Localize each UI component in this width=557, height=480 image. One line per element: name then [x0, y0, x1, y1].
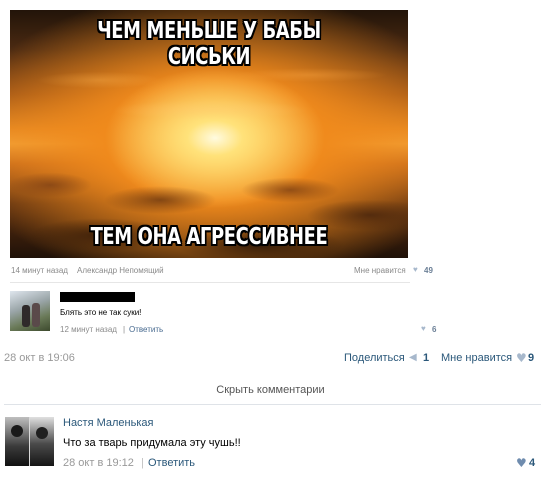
inner-comment-like-count: 6 [432, 325, 437, 334]
redacted-author-name [60, 292, 135, 302]
post-date[interactable]: 28 окт в 19:06 [4, 352, 75, 364]
like-link[interactable]: Мне нравится [441, 352, 512, 364]
separator: | [141, 457, 144, 469]
meme-caption-bottom: ТЕМ ОНА АГРЕССИВНЕЕ [90, 224, 328, 250]
inner-post-like-count: 49 [424, 266, 433, 275]
avatar-head [36, 427, 48, 439]
inner-comment-text: Блять это не так суки! [60, 308, 142, 317]
avatar-figure [30, 417, 54, 466]
comment-date[interactable]: 28 окт в 19:12 [63, 457, 134, 469]
inner-comment-reply-link[interactable]: Ответить [129, 325, 163, 334]
inner-comment-time: 12 минут назад [60, 325, 117, 334]
divider [4, 404, 541, 405]
separator: | [123, 325, 126, 334]
comment-avatar[interactable] [5, 417, 54, 466]
inner-comment-avatar[interactable] [10, 291, 50, 331]
meme-image[interactable]: ЧЕМ МЕНЬШЕ У БАБЫ СИСЬКИ ТЕМ ОНА АГРЕССИ… [10, 10, 408, 258]
comment-like-count: 4 [529, 457, 536, 469]
heart-icon[interactable]: ♥ [516, 351, 527, 365]
avatar-figure [22, 305, 30, 327]
heart-icon[interactable]: ♥ [516, 456, 527, 470]
inner-post-author: Александр Непомящий [77, 266, 164, 275]
megaphone-icon[interactable]: ◀ [409, 352, 417, 363]
inner-post-time: 14 минут назад [11, 266, 68, 275]
hide-comments-link[interactable]: Скрыть комментарии [0, 384, 541, 396]
divider [10, 282, 410, 283]
meme-caption-top: ЧЕМ МЕНЬШЕ У БАБЫ СИСЬКИ [97, 18, 321, 70]
share-link[interactable]: Поделиться [344, 352, 405, 364]
inner-post-like-label[interactable]: Мне нравится [354, 266, 406, 275]
heart-icon: ♥ [413, 265, 418, 274]
like-count: 9 [528, 352, 535, 364]
avatar-head [11, 425, 23, 437]
avatar-figure [32, 303, 40, 327]
comment-author[interactable]: Настя Маленькая [63, 417, 154, 429]
share-count: 1 [423, 352, 430, 364]
comment-text: Что за тварь придумала эту чушь!! [63, 437, 241, 449]
heart-icon: ♥ [421, 324, 426, 333]
comment-reply-link[interactable]: Ответить [148, 457, 195, 469]
